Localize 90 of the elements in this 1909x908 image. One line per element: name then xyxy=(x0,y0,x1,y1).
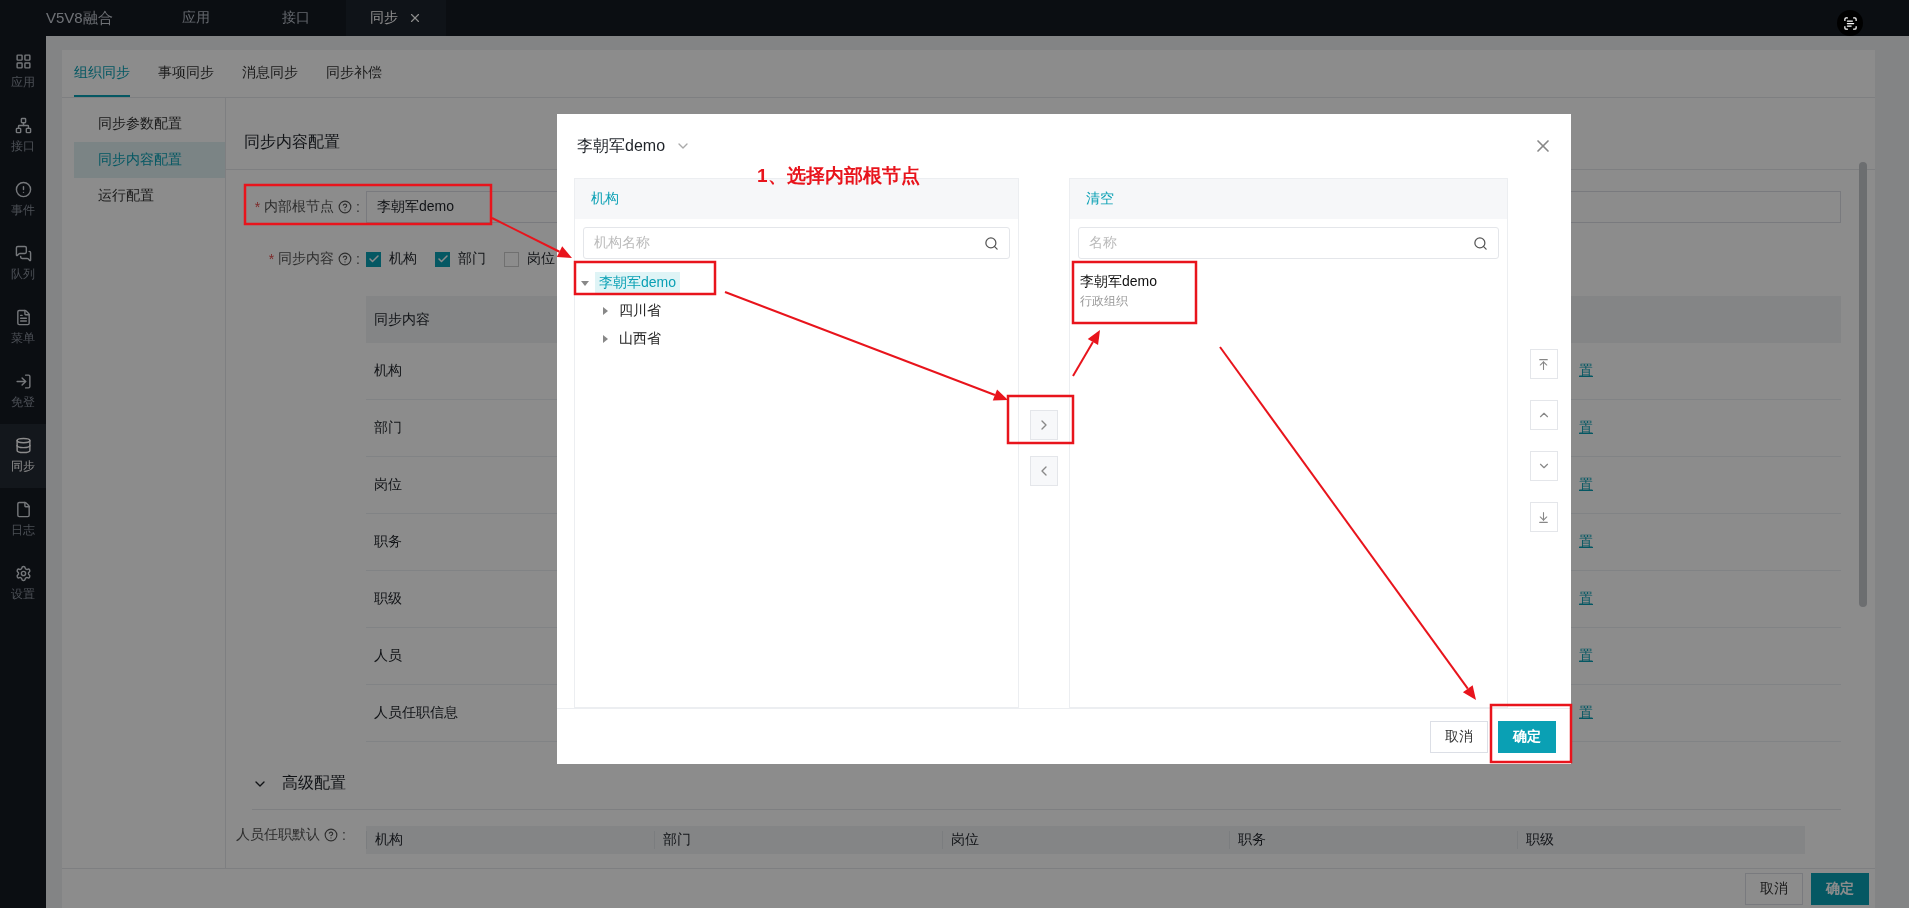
table-cell: 部门 xyxy=(374,419,402,437)
login-icon xyxy=(14,373,32,390)
document-icon xyxy=(14,309,32,326)
checkbox-label: 机构 xyxy=(389,250,417,268)
scrollbar[interactable] xyxy=(1859,162,1867,607)
selected-item-type: 行政组织 xyxy=(1079,293,1129,310)
menu-item[interactable]: 运行配置 xyxy=(74,178,225,214)
search-icon[interactable] xyxy=(1473,235,1489,251)
table-cell: 职务 xyxy=(374,533,402,551)
label-colon: : xyxy=(342,827,346,843)
arrow-to-bottom-icon xyxy=(1537,510,1551,524)
column-header: 岗位 xyxy=(941,831,1230,849)
cancel-button[interactable]: 取消 xyxy=(1745,872,1803,905)
field-label: 同步内容 xyxy=(278,250,335,268)
nav-item[interactable]: 队列 xyxy=(0,232,46,296)
tree-node[interactable]: 四川省 xyxy=(615,300,665,322)
search-field[interactable]: 机构名称 xyxy=(583,227,1011,259)
table-cell: 人员任职信息 xyxy=(374,704,458,722)
caret-icon[interactable] xyxy=(581,279,589,287)
confirm-button[interactable]: 确定 xyxy=(1498,720,1556,753)
column-header: 部门 xyxy=(653,831,942,849)
column-header: 机构 xyxy=(366,831,654,849)
required-mark: * xyxy=(268,251,275,267)
help-icon[interactable] xyxy=(338,252,353,266)
move-top-button[interactable] xyxy=(1530,349,1558,379)
checkbox[interactable] xyxy=(435,251,450,267)
help-icon[interactable] xyxy=(338,200,353,214)
menu-item[interactable]: 同步参数配置 xyxy=(74,106,225,142)
checkbox-label: 岗位 xyxy=(527,250,555,268)
field-label: 内部根节点 xyxy=(264,198,335,216)
nav-item[interactable]: 菜单 xyxy=(0,296,46,360)
confirm-button[interactable]: 确定 xyxy=(1811,872,1869,905)
caret-icon[interactable] xyxy=(601,307,609,315)
search-field[interactable]: 名称 xyxy=(1077,227,1500,259)
nav-item[interactable]: 同步 xyxy=(0,424,46,488)
settings-icon xyxy=(14,565,32,582)
database-icon xyxy=(14,437,32,454)
grid-icon xyxy=(14,53,32,70)
config-link[interactable]: 置 xyxy=(1579,419,1593,437)
label-colon: : xyxy=(356,199,360,215)
nav-item[interactable]: 接口 xyxy=(0,104,46,168)
dialog-title: 李朝军demo xyxy=(577,135,666,156)
page-tab[interactable]: 组织同步 xyxy=(74,50,130,97)
chat-icon xyxy=(14,245,32,262)
cancel-button[interactable]: 取消 xyxy=(1430,720,1488,753)
column-header: 职务 xyxy=(1229,831,1518,849)
field-label: 人员任职默认 xyxy=(236,826,320,844)
annotation-arrow xyxy=(1072,330,1100,377)
config-link[interactable]: 置 xyxy=(1579,590,1593,608)
table-cell: 职级 xyxy=(374,590,402,608)
config-link[interactable]: 置 xyxy=(1579,647,1593,665)
app-title: V5V8融合 xyxy=(46,7,114,28)
nav-item[interactable]: 免登 xyxy=(0,360,46,424)
config-link[interactable]: 置 xyxy=(1579,533,1593,551)
config-link[interactable]: 置 xyxy=(1579,362,1593,380)
label-colon: : xyxy=(356,251,360,267)
table-cell: 人员 xyxy=(374,647,402,665)
section-title: 高级配置 xyxy=(282,773,346,793)
config-link[interactable]: 置 xyxy=(1579,704,1593,722)
alert-icon xyxy=(14,181,32,198)
app-tab[interactable]: 接口 xyxy=(246,0,346,36)
table-cell: 岗位 xyxy=(374,476,402,494)
menu-item[interactable]: 同步内容配置 xyxy=(74,142,225,178)
nav-item[interactable]: 事件 xyxy=(0,168,46,232)
config-link[interactable]: 置 xyxy=(1579,476,1593,494)
close-icon[interactable] xyxy=(408,11,422,25)
page-tab[interactable]: 同步补偿 xyxy=(326,50,382,97)
nav-item[interactable]: 日志 xyxy=(0,488,46,552)
move-bottom-button[interactable] xyxy=(1530,502,1558,532)
checkbox-label: 部门 xyxy=(458,250,486,268)
search-icon[interactable] xyxy=(984,235,1000,251)
checkbox[interactable] xyxy=(366,251,381,267)
help-icon[interactable] xyxy=(324,828,338,842)
page-tab[interactable]: 事项同步 xyxy=(158,50,214,97)
arrow-to-top-icon xyxy=(1537,357,1551,371)
panel-header[interactable]: 清空 xyxy=(1069,179,1508,219)
network-icon xyxy=(14,117,32,134)
caret-icon[interactable] xyxy=(601,335,609,343)
nav-item[interactable]: 应用 xyxy=(0,40,46,104)
app-tab[interactable]: 同步 xyxy=(346,0,446,36)
app-tab[interactable]: 应用 xyxy=(146,0,246,36)
column-header: 职级 xyxy=(1517,831,1805,849)
annotation-box xyxy=(1006,394,1075,445)
checkbox[interactable] xyxy=(504,251,519,267)
page-tab[interactable]: 消息同步 xyxy=(242,50,298,97)
tree-node[interactable]: 李朝军demo xyxy=(595,272,681,294)
file-icon xyxy=(14,501,32,518)
selected-item-name: 李朝军demo xyxy=(1079,273,1158,291)
table-cell: 机构 xyxy=(374,362,402,380)
required-mark: * xyxy=(254,199,261,215)
